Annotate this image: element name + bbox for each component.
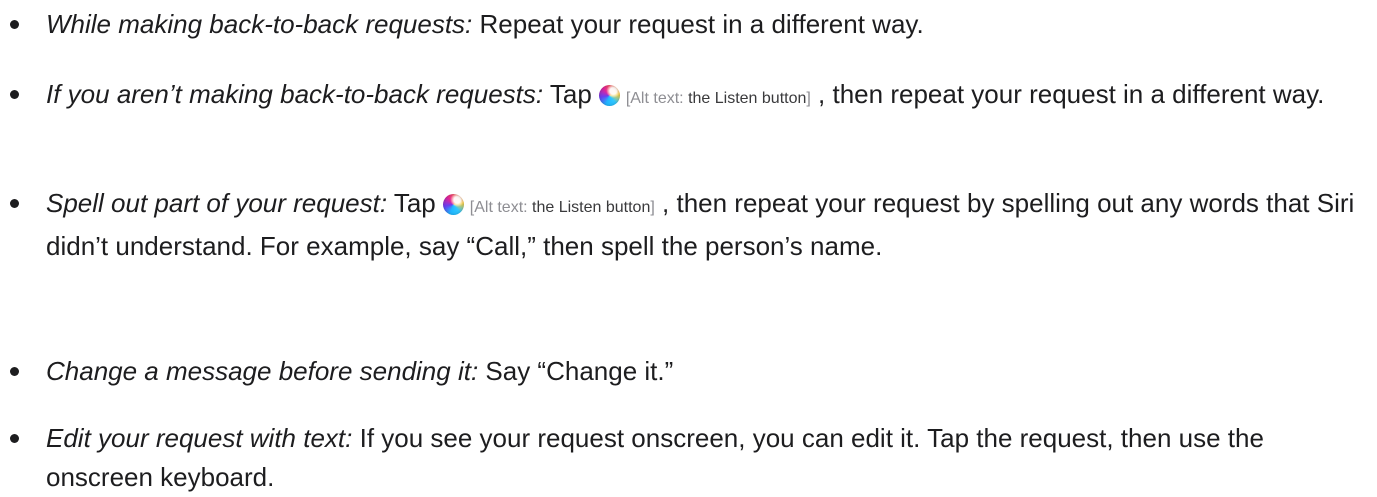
- bullet: [10, 199, 19, 208]
- alt-text: [Alt text: the Listen button]: [625, 90, 811, 107]
- siri-listen-icon[interactable]: [598, 85, 620, 106]
- siri-listen-icon[interactable]: [442, 194, 464, 215]
- item-text: Say “Change it.”: [478, 356, 674, 386]
- bullet: [10, 434, 19, 443]
- list-item: Spell out part of your request: Tap [Alt …: [10, 184, 1356, 266]
- item-lead: Spell out part of your request:: [46, 188, 388, 218]
- list-item: Edit your request with text: If you see …: [10, 419, 1356, 497]
- bullet: [10, 367, 19, 376]
- item-lead: If you aren’t making back-to-back reques…: [46, 79, 544, 109]
- bullet: [10, 90, 19, 99]
- item-lead: Change a message before sending it:: [46, 356, 479, 386]
- list-item: If you aren’t making back-to-back reques…: [10, 75, 1356, 118]
- item-text: Repeat your request in a different way.: [472, 9, 924, 39]
- item-text: , then repeat your request in a differen…: [810, 79, 1325, 109]
- item-lead: Edit your request with text:: [46, 423, 353, 453]
- alt-text: [Alt text: the Listen button]: [469, 199, 655, 216]
- list-item: Change a message before sending it: Say …: [10, 352, 1356, 391]
- item-lead: While making back-to-back requests:: [46, 9, 473, 39]
- list-item: While making back-to-back requests: Repe…: [10, 5, 1356, 44]
- bullet: [10, 20, 19, 29]
- item-text: Tap: [543, 79, 592, 109]
- item-text: Tap: [387, 188, 436, 218]
